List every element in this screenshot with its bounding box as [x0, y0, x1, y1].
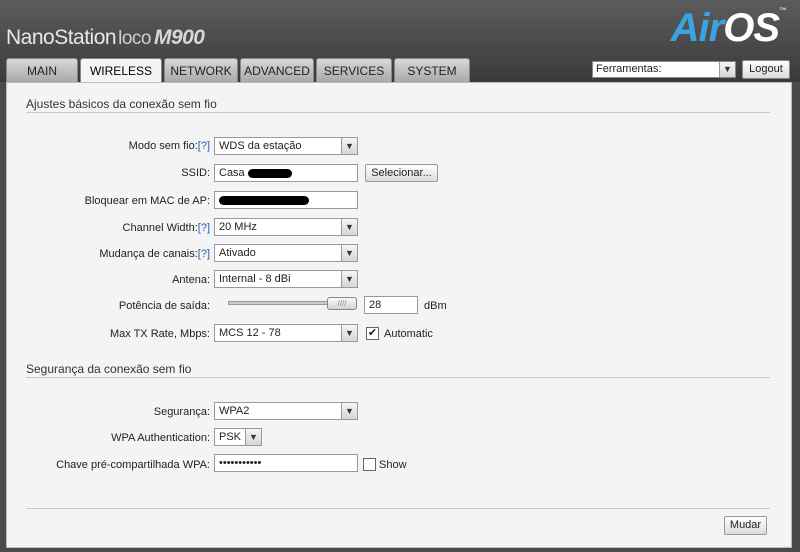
- airos-logo: AirOS™: [670, 6, 787, 51]
- mode-select[interactable]: WDS da estação ▼: [214, 137, 358, 155]
- max-tx-rate-value: MCS 12 - 78: [219, 327, 281, 339]
- tab-advanced[interactable]: ADVANCED: [240, 58, 314, 82]
- channel-shift-select[interactable]: Ativado ▼: [214, 244, 358, 262]
- security-select[interactable]: WPA2 ▼: [214, 402, 358, 420]
- security-section-title: Segurança da conexão sem fio: [26, 362, 192, 376]
- security-label: Segurança:: [153, 406, 210, 418]
- tab-services[interactable]: SERVICES: [316, 58, 392, 82]
- security-divider: [26, 377, 770, 378]
- channel-width-value: 20 MHz: [219, 221, 257, 233]
- basic-divider: [26, 112, 770, 113]
- brand-loco: loco: [118, 28, 151, 49]
- airos-os: OS: [723, 6, 780, 50]
- output-power-label: Potência de saída:: [118, 300, 210, 312]
- channel-shift-label: Mudança de canais:[?]: [99, 248, 210, 260]
- select-ssid-button[interactable]: Selecionar...: [365, 164, 438, 182]
- output-power-slider-handle[interactable]: ////: [327, 297, 357, 310]
- header: NanoStation loco M900 AirOS™ MAIN WIRELESS…: [0, 0, 800, 83]
- chevron-down-icon: ▼: [341, 219, 357, 235]
- basic-section-title: Ajustes básicos da conexão sem fio: [26, 97, 217, 111]
- antenna-label: Antena:: [172, 274, 210, 286]
- mode-help-link[interactable]: [?]: [198, 140, 210, 152]
- mode-label: Modo sem fio:[?]: [129, 140, 210, 152]
- chevron-down-icon: ▼: [719, 62, 735, 77]
- airos-air: Air: [670, 6, 725, 50]
- tab-wireless[interactable]: WIRELESS: [80, 58, 162, 83]
- brand-name: NanoStation: [6, 26, 117, 49]
- tab-network[interactable]: NETWORK: [164, 58, 238, 82]
- show-key-label: Show: [379, 459, 407, 471]
- channel-shift-label-text: Mudança de canais:: [99, 248, 198, 260]
- antenna-value: Internal - 8 dBi: [219, 273, 291, 285]
- chevron-down-icon: ▼: [341, 138, 357, 154]
- chevron-down-icon: ▼: [341, 403, 357, 419]
- wpa-auth-value: PSK: [219, 431, 242, 443]
- footer-divider: [26, 508, 770, 509]
- channel-width-select[interactable]: 20 MHz ▼: [214, 218, 358, 236]
- lock-mac-input[interactable]: [214, 191, 358, 209]
- automatic-label: Automatic: [384, 328, 433, 340]
- tools-select-value: Ferramentas:: [596, 63, 662, 75]
- brand-model: M900: [153, 26, 205, 49]
- channel-width-help-link[interactable]: [?]: [198, 222, 210, 234]
- tab-main[interactable]: MAIN: [6, 58, 78, 82]
- channel-shift-help-link[interactable]: [?]: [198, 248, 210, 260]
- wpa-auth-select[interactable]: PSK ▼: [214, 428, 262, 446]
- change-button[interactable]: Mudar: [724, 516, 767, 535]
- show-key-checkbox[interactable]: [363, 458, 376, 471]
- wpa-key-input[interactable]: •••••••••••: [214, 454, 358, 472]
- tab-system[interactable]: SYSTEM: [394, 58, 470, 82]
- product-logo: NanoStation loco M900: [6, 26, 205, 50]
- lock-mac-label: Bloquear em MAC de AP:: [84, 195, 210, 207]
- chevron-down-icon: ▼: [341, 245, 357, 261]
- wpa-key-label: Chave pré-compartilhada WPA:: [56, 459, 210, 471]
- max-tx-rate-label: Max TX Rate, Mbps:: [109, 328, 210, 340]
- output-power-unit: dBm: [424, 300, 447, 312]
- automatic-checkbox[interactable]: ✔: [366, 327, 379, 340]
- logout-button[interactable]: Logout: [742, 60, 790, 79]
- max-tx-rate-select[interactable]: MCS 12 - 78 ▼: [214, 324, 358, 342]
- ssid-label: SSID:: [181, 167, 210, 179]
- chevron-down-icon: ▼: [245, 429, 261, 445]
- channel-width-label: Channel Width:[?]: [123, 222, 210, 234]
- ssid-value: Casa: [219, 167, 245, 179]
- ssid-input[interactable]: Casa: [214, 164, 358, 182]
- security-value: WPA2: [219, 405, 250, 417]
- wpa-auth-label: WPA Authentication:: [111, 432, 210, 444]
- redaction-mark: [247, 168, 292, 178]
- tools-select[interactable]: Ferramentas: ▼: [592, 61, 736, 78]
- mode-select-value: WDS da estação: [219, 140, 302, 152]
- output-power-input[interactable]: 28: [364, 296, 418, 314]
- redaction-mark: [219, 195, 309, 205]
- chevron-down-icon: ▼: [341, 271, 357, 287]
- channel-width-label-text: Channel Width:: [122, 222, 198, 234]
- chevron-down-icon: ▼: [341, 325, 357, 341]
- airos-tm: ™: [779, 6, 787, 15]
- channel-shift-value: Ativado: [219, 247, 256, 259]
- mode-label-text: Modo sem fio:: [128, 140, 198, 152]
- antenna-select[interactable]: Internal - 8 dBi ▼: [214, 270, 358, 288]
- content-panel: [6, 82, 792, 548]
